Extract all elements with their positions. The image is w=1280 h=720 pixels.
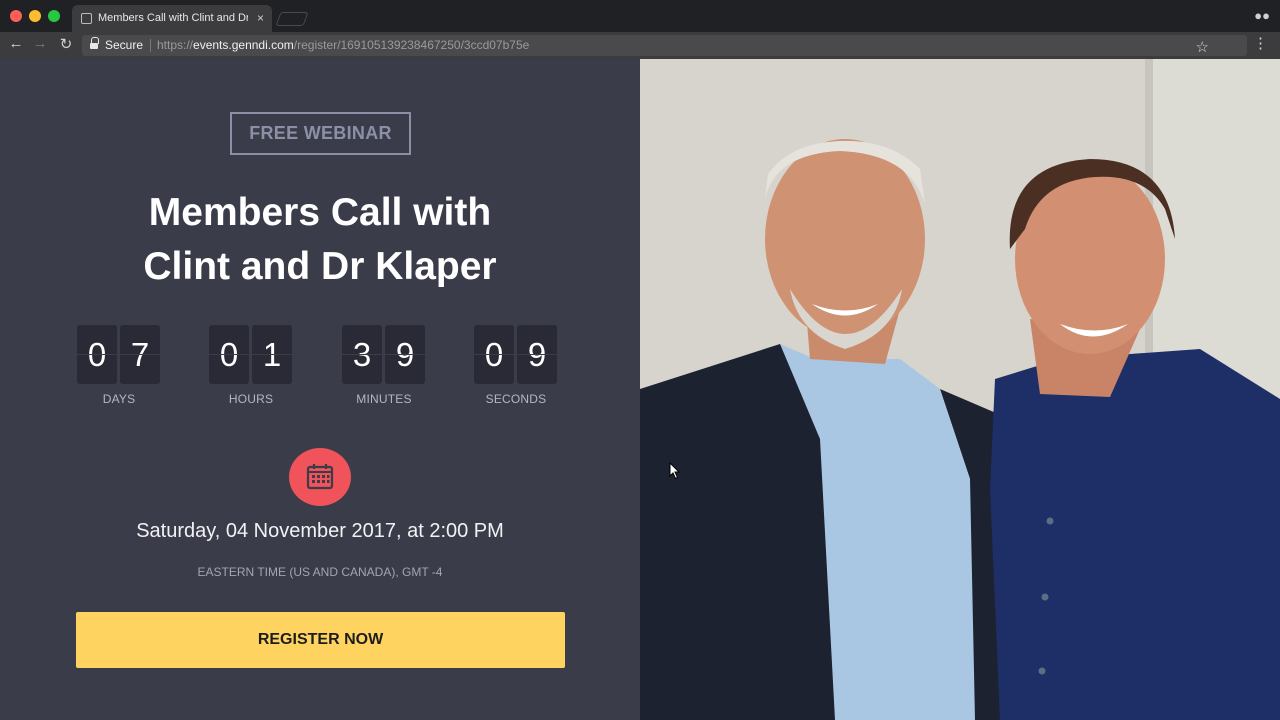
lock-icon xyxy=(90,37,99,50)
seconds-digit-1: 0 xyxy=(474,325,514,384)
menu-icon[interactable]: ⋮ xyxy=(1253,34,1268,52)
days-digit-1: 0 xyxy=(77,325,117,384)
countdown-days: 0 7 DAYS xyxy=(77,325,161,406)
minimize-window-button[interactable] xyxy=(29,10,41,22)
back-arrow-icon[interactable]: ← xyxy=(6,35,26,52)
browser-titlebar: Members Call with Clint and Dr × ●● xyxy=(0,0,1280,32)
calendar-icon xyxy=(289,448,351,506)
hours-digit-1: 0 xyxy=(209,325,249,384)
register-now-button[interactable]: REGISTER NOW xyxy=(76,612,565,668)
url-separator xyxy=(150,39,151,52)
minutes-label: MINUTES xyxy=(356,392,412,406)
incognito-icon: ●● xyxy=(1254,8,1270,23)
close-window-button[interactable] xyxy=(10,10,22,22)
registration-panel: FREE WEBINAR Members Call with Clint and… xyxy=(0,59,640,720)
page-favicon-icon xyxy=(81,13,92,24)
free-webinar-badge: FREE WEBINAR xyxy=(230,112,411,155)
address-bar[interactable]: Secure https://events.genndi.com/registe… xyxy=(82,35,1247,56)
star-icon[interactable]: ☆ xyxy=(1196,38,1209,56)
minutes-digit-2: 9 xyxy=(385,325,425,384)
webinar-timezone: EASTERN TIME (US AND CANADA), GMT -4 xyxy=(197,565,443,579)
title-line-1: Members Call with xyxy=(148,191,492,234)
hours-digit-2: 1 xyxy=(252,325,292,384)
url-path: /register/169105139238467250/3ccd07b75e xyxy=(293,38,530,52)
title-line-2: Clint and Dr Klaper xyxy=(143,245,497,288)
new-tab-button[interactable] xyxy=(275,12,309,26)
mouse-cursor-icon xyxy=(669,462,681,480)
seconds-label: SECONDS xyxy=(485,392,547,406)
forward-arrow-icon[interactable]: → xyxy=(30,35,50,52)
tab-title: Members Call with Clint and Dr xyxy=(98,12,248,24)
countdown-minutes: 3 9 MINUTES xyxy=(342,325,426,406)
countdown-seconds: 0 9 SECONDS xyxy=(474,325,558,406)
days-label: DAYS xyxy=(102,392,136,406)
webinar-date: Saturday, 04 November 2017, at 2:00 PM xyxy=(136,520,504,542)
webinar-title: Members Call with Clint and Dr Klaper xyxy=(60,186,580,294)
countdown-hours: 0 1 HOURS xyxy=(209,325,293,406)
minutes-digit-1: 3 xyxy=(342,325,382,384)
tab-close-icon[interactable]: × xyxy=(257,5,264,32)
url-text[interactable]: https://events.genndi.com/register/16910… xyxy=(157,38,529,52)
zoom-window-button[interactable] xyxy=(48,10,60,22)
secure-label: Secure xyxy=(105,38,144,52)
hours-label: HOURS xyxy=(228,392,274,406)
seconds-digit-2: 9 xyxy=(517,325,557,384)
reload-icon[interactable]: ↻ xyxy=(56,35,76,53)
webinar-page: FREE WEBINAR Members Call with Clint and… xyxy=(0,59,1280,720)
hosts-photo xyxy=(640,59,1280,720)
days-digit-2: 7 xyxy=(120,325,160,384)
url-scheme: https:// xyxy=(157,38,194,52)
browser-tab[interactable]: Members Call with Clint and Dr × xyxy=(72,5,272,32)
browser-toolbar: ← → ↻ Secure https://events.genndi.com/r… xyxy=(0,32,1280,59)
url-host: events.genndi.com xyxy=(193,38,294,52)
